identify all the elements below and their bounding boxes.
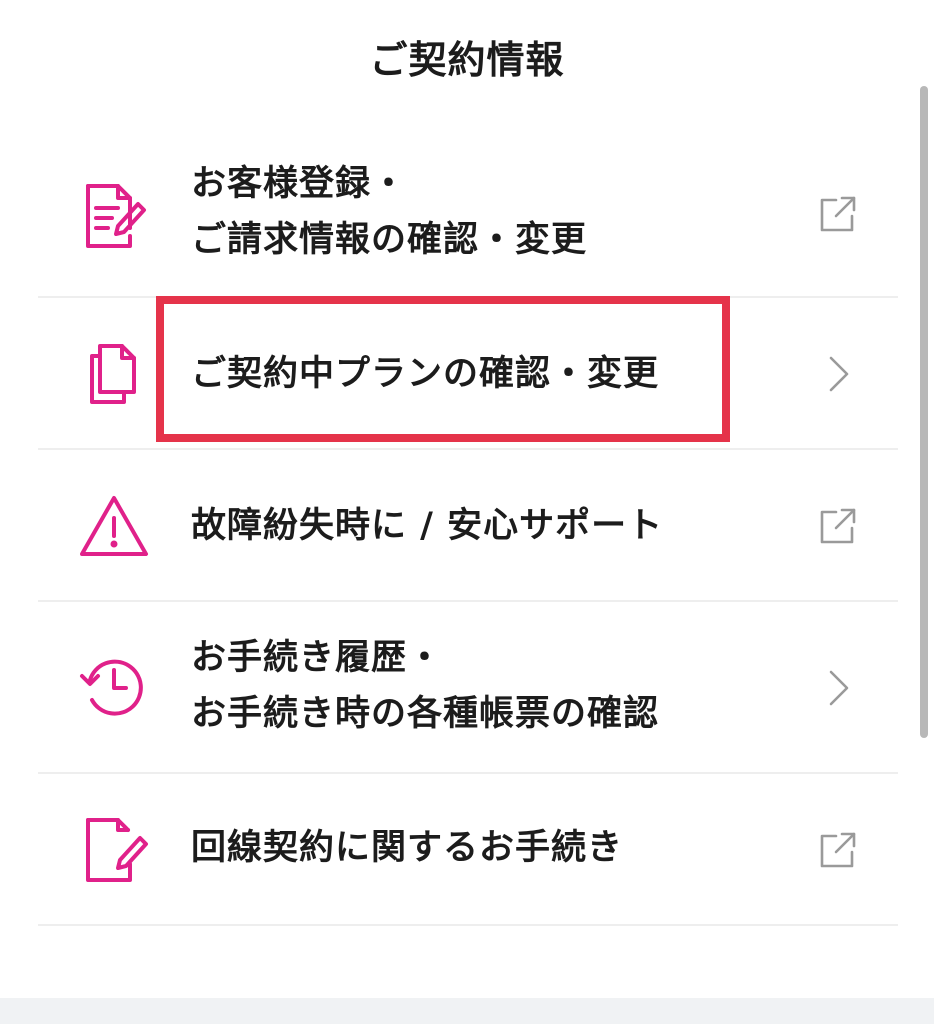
menu-item-label: ご契約中プランの確認・変更 xyxy=(191,354,660,394)
footer-band xyxy=(0,998,934,1024)
external-link-icon xyxy=(816,504,860,548)
menu-item-customer-billing[interactable]: お客様登録・ ご請求情報の確認・変更 xyxy=(38,140,898,298)
chevron-right-icon xyxy=(816,352,860,396)
scrollbar[interactable] xyxy=(920,86,928,738)
menu-item-label: お客様登録・ ご請求情報の確認・変更 xyxy=(191,164,588,260)
menu-item-support[interactable]: 故障紛失時に / 安心サポート xyxy=(38,450,898,602)
document-edit-icon xyxy=(78,180,150,252)
chevron-right-icon xyxy=(816,666,860,710)
document-pen-icon xyxy=(78,814,150,886)
external-link-icon xyxy=(816,192,860,236)
menu-item-label: 回線契約に関するお手続き xyxy=(191,828,624,868)
copy-documents-icon xyxy=(78,336,150,408)
contract-info-page: ご契約情報 お客様登録・ ご請求情報の確認・変更 ご契約中プランの確認・変更 故… xyxy=(0,0,934,1024)
history-clock-icon xyxy=(78,650,150,722)
external-link-icon xyxy=(816,828,860,872)
menu-item-line-contract[interactable]: 回線契約に関するお手続き xyxy=(38,774,898,926)
menu-item-history[interactable]: お手続き履歴・ お手続き時の各種帳票の確認 xyxy=(38,602,898,774)
menu-item-current-plan[interactable]: ご契約中プランの確認・変更 xyxy=(38,298,898,450)
menu-item-label: 故障紛失時に / 安心サポート xyxy=(191,506,664,546)
warning-triangle-icon xyxy=(78,490,150,562)
menu-item-label: お手続き履歴・ お手続き時の各種帳票の確認 xyxy=(191,638,660,734)
page-title: ご契約情報 xyxy=(369,38,565,82)
